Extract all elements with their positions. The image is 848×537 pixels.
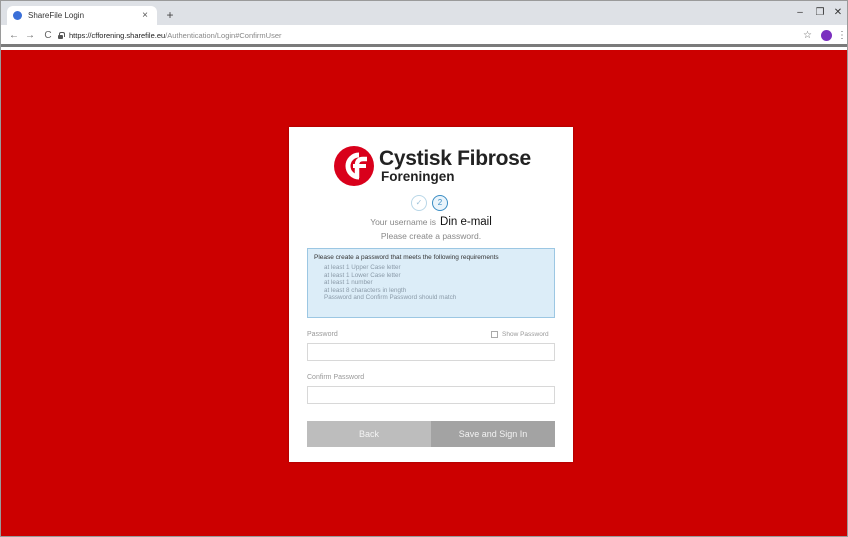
password-label: Password: [307, 331, 338, 338]
save-and-sign-in-button[interactable]: Save and Sign In: [431, 421, 555, 447]
url-path: /Authentication/Login#ConfirmUser: [165, 31, 282, 40]
requirement-item: Password and Confirm Password should mat…: [324, 294, 457, 302]
browser-menu-icon[interactable]: ⋮: [837, 29, 847, 43]
username-row: Your username is Din e-mail: [289, 212, 573, 230]
browser-toolbar: ← → C https://cfforening.sharefile.eu/Au…: [1, 25, 847, 47]
confirm-password-label: Confirm Password: [307, 374, 365, 381]
tab-title: ShareFile Login: [28, 11, 85, 20]
instruction-text: Please create a password.: [380, 231, 482, 241]
password-input[interactable]: [307, 343, 555, 361]
username-value: Din e-mail: [440, 216, 492, 228]
url-host: https://cfforening.sharefile.eu: [69, 31, 166, 40]
cystisk-fibrose-logo: Cystisk Fibrose Foreningen: [333, 143, 533, 189]
sharefile-favicon-icon: [13, 11, 22, 20]
back-arrow-icon[interactable]: ←: [7, 29, 21, 43]
logo-subtitle: Foreningen: [381, 169, 455, 184]
reload-icon[interactable]: C: [41, 29, 55, 43]
requirement-item: at least 1 Lower Case letter: [324, 271, 401, 279]
logo-title: Cystisk Fibrose: [379, 147, 531, 170]
requirement-item: at least 1 Upper Case letter: [324, 264, 401, 271]
tab-sharefile-login[interactable]: ShareFile Login ×: [7, 6, 157, 25]
step-current: 2: [432, 195, 448, 211]
restore-button[interactable]: ❐: [813, 6, 827, 20]
new-tab-button[interactable]: +: [163, 8, 177, 22]
back-button[interactable]: Back: [307, 421, 431, 447]
page-background: Cystisk Fibrose Foreningen ✓ 2 Your user…: [1, 50, 847, 536]
show-password-toggle[interactable]: Show Password: [491, 331, 549, 338]
tab-strip: ShareFile Login × + – ❐ ✕: [1, 1, 847, 25]
step-completed-check-icon: ✓: [411, 195, 427, 211]
browser-window: ShareFile Login × + – ❐ ✕ ← → C https://…: [0, 0, 848, 537]
address-bar[interactable]: https://cfforening.sharefile.eu/Authenti…: [57, 28, 797, 43]
close-window-button[interactable]: ✕: [831, 6, 845, 20]
cf-logo-mark-icon: [334, 146, 374, 186]
requirement-item: at least 1 number: [324, 279, 373, 287]
forward-arrow-icon[interactable]: →: [23, 29, 37, 43]
password-requirements-box: Please create a password that meets the …: [307, 248, 555, 318]
progress-steps: ✓ 2: [409, 195, 455, 213]
username-label: Your username is: [370, 217, 437, 227]
login-card: Cystisk Fibrose Foreningen ✓ 2 Your user…: [289, 127, 573, 462]
show-password-checkbox[interactable]: [491, 331, 498, 338]
lock-icon[interactable]: [57, 32, 65, 39]
profile-avatar-icon[interactable]: [821, 30, 832, 41]
show-password-label: Show Password: [502, 331, 549, 338]
confirm-password-input[interactable]: [307, 386, 555, 404]
requirement-item: at least 8 characters in length: [324, 286, 407, 294]
tab-close-icon[interactable]: ×: [139, 10, 151, 22]
requirements-title: Please create a password that meets the …: [314, 254, 499, 261]
minimize-button[interactable]: –: [793, 6, 807, 20]
requirements-list: at least 1 Upper Case letter at least 1 …: [314, 264, 548, 302]
bookmark-star-icon[interactable]: ☆: [803, 29, 812, 43]
